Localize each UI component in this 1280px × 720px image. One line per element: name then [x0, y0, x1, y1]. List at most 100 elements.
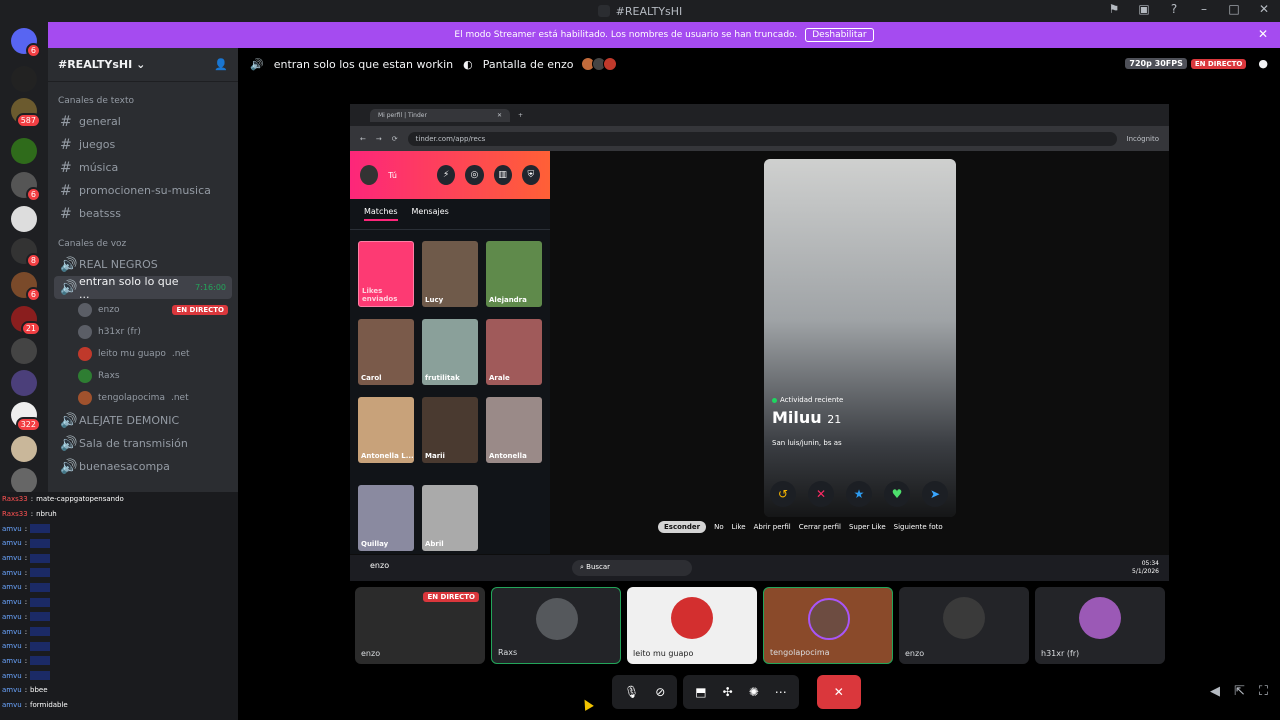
server-icon[interactable]	[11, 66, 37, 92]
server-icon[interactable]	[11, 468, 37, 494]
chat-author: amvu	[2, 686, 22, 695]
server-icon[interactable]	[11, 436, 37, 462]
tab-matches[interactable]: Matches	[364, 207, 398, 221]
match-card[interactable]: Antonella	[486, 397, 542, 463]
leave-call-button[interactable]: ✕	[816, 675, 861, 709]
reload-icon[interactable]: ⟳	[392, 135, 398, 143]
camera-off-icon[interactable]: ⊘	[655, 685, 665, 699]
channel-juegos[interactable]: # juegos	[48, 133, 238, 156]
boost-icon[interactable]: ⚡	[437, 165, 456, 185]
back-icon[interactable]: ←	[360, 135, 366, 143]
soundboard-icon[interactable]: ✺	[749, 685, 759, 699]
close-window-button[interactable]: ✕	[1256, 2, 1272, 16]
match-card[interactable]: Antonella L...	[358, 397, 414, 463]
channel-beatsss[interactable]: # beatsss	[48, 202, 238, 225]
voice-channel-buena[interactable]: 🔊 buenaesacompa	[48, 455, 238, 478]
voice-channel-real-negros[interactable]: 🔊 REAL NEGROS	[48, 253, 238, 276]
match-card[interactable]: frutilitak	[422, 319, 478, 385]
like-icon[interactable]: ♥	[884, 481, 910, 507]
maximize-button[interactable]: □	[1226, 2, 1242, 16]
match-card[interactable]: Quillay	[358, 485, 414, 551]
voice-channel-alejate[interactable]: 🔊 ALEJATE DEMONIC	[48, 409, 238, 432]
voice-user[interactable]: Raxs	[48, 365, 238, 387]
server-icon[interactable]: 587	[11, 98, 41, 128]
channel-musica[interactable]: # música	[48, 156, 238, 179]
stream-view[interactable]: Mi perfil | Tinder ✕ + ← → ⟳ tinder.com/a…	[350, 104, 1169, 581]
close-icon[interactable]: ✕	[1258, 27, 1268, 41]
match-card[interactable]: Lucy	[422, 241, 478, 307]
card-label: Antonella L...	[361, 452, 414, 460]
avatar[interactable]	[360, 165, 379, 185]
voice-user[interactable]: h31xr (fr)	[48, 321, 238, 343]
server-icon[interactable]: 21	[11, 306, 41, 336]
clock-date: 5/1/2026	[1132, 568, 1159, 575]
chat-author: amvu	[2, 554, 22, 563]
nope-icon[interactable]: ✕	[808, 481, 834, 507]
close-icon[interactable]: ✕	[497, 112, 502, 119]
server-icon[interactable]: 8	[11, 238, 41, 268]
inbox-icon[interactable]: ⚑	[1106, 2, 1122, 16]
voice-category[interactable]: Canales de voz	[48, 225, 238, 253]
channel-general[interactable]: # general	[48, 110, 238, 133]
super-like-icon[interactable]: ★	[846, 481, 872, 507]
rewind-icon[interactable]: ↺	[770, 481, 796, 507]
server-icon[interactable]: 6	[11, 172, 41, 202]
server-icon[interactable]	[11, 338, 37, 364]
shield-icon[interactable]: ⛨	[521, 165, 540, 185]
taskbar-search[interactable]: ⌕ Buscar	[572, 560, 692, 576]
boost-send-icon[interactable]: ➤	[922, 481, 948, 507]
server-icon[interactable]	[11, 370, 37, 396]
voice-user[interactable]: enzo EN DIRECTO	[48, 299, 238, 321]
server-icon[interactable]	[11, 138, 37, 164]
add-tab-icon[interactable]: +	[518, 112, 523, 119]
help-icon[interactable]: ?	[1166, 2, 1182, 16]
minimize-button[interactable]: –	[1196, 2, 1212, 16]
match-card[interactable]: Arale	[486, 319, 542, 385]
guild-header[interactable]: #REALTYsHI ⌄ 👤	[48, 48, 238, 82]
more-icon[interactable]: ⋯	[775, 685, 787, 699]
chat-bubble-icon[interactable]: ●	[1258, 57, 1268, 70]
voice-channel-active[interactable]: 🔊 entran solo lo que ... 7:16:00	[54, 275, 232, 301]
volume-icon[interactable]: ◀	[1210, 684, 1220, 699]
channel-promocionen[interactable]: # promocionen-su-musica	[48, 179, 238, 202]
chat-text: mate-cappgatopensando	[36, 495, 124, 504]
forward-icon[interactable]: →	[376, 135, 382, 143]
participant-tile[interactable]: Raxs	[491, 587, 621, 664]
voice-user[interactable]: leito mu guapo .net	[48, 343, 238, 365]
hide-button[interactable]: Esconder	[658, 521, 707, 533]
voice-channel-sala[interactable]: 🔊 Sala de transmisión	[48, 432, 238, 455]
share-screen-icon[interactable]: ⬒	[695, 685, 706, 699]
voice-user[interactable]: tengolapocima .net	[48, 387, 238, 409]
text-category[interactable]: Canales de texto	[48, 82, 238, 110]
windows-taskbar: enzo ⌕ Buscar 05:34 5/1/2026	[350, 555, 1169, 581]
server-icon[interactable]: 6	[11, 272, 41, 302]
url-input[interactable]: tinder.com/app/recs	[407, 131, 1117, 146]
add-member-icon[interactable]: 👤	[214, 58, 228, 71]
popout-icon[interactable]: ⇱	[1234, 684, 1245, 699]
participant-tile[interactable]: h31xr (fr)	[1035, 587, 1165, 664]
screen-icon[interactable]: ▣	[1136, 2, 1152, 16]
participant-tile[interactable]: enzo	[899, 587, 1029, 664]
participant-tile[interactable]: leito mu guapo	[627, 587, 757, 664]
match-card[interactable]: Marii	[422, 397, 478, 463]
incognito-label: Incógnito	[1126, 134, 1159, 143]
browser-tab[interactable]: Mi perfil | Tinder ✕	[370, 108, 510, 122]
likes-sent-card[interactable]: Likes enviados	[358, 241, 414, 307]
emote-icon	[30, 641, 51, 651]
server-icon[interactable]: 322	[11, 402, 41, 432]
participant-tile[interactable]: EN DIRECTO enzo	[355, 587, 485, 664]
microphone-icon[interactable]: 🎙	[624, 685, 639, 699]
tab-messages[interactable]: Mensajes	[412, 207, 449, 221]
match-card[interactable]: Abril	[422, 485, 478, 551]
server-icon[interactable]	[11, 206, 37, 232]
disable-streamer-button[interactable]: Deshabilitar	[805, 28, 874, 42]
match-card[interactable]: Alejandra	[486, 241, 542, 307]
participant-tile[interactable]: tengolapocima	[763, 587, 893, 664]
match-card[interactable]: Carol	[358, 319, 414, 385]
briefcase-icon[interactable]: ▥	[493, 165, 512, 185]
fullscreen-icon[interactable]: ⛶	[1259, 684, 1268, 699]
activities-icon[interactable]: ✣	[723, 685, 733, 699]
explore-icon[interactable]: ◎	[465, 165, 484, 185]
discord-home-icon[interactable]: 6	[11, 28, 41, 58]
profile-card[interactable]: Actividad reciente Miluu 21 San luis/jun…	[764, 159, 956, 517]
